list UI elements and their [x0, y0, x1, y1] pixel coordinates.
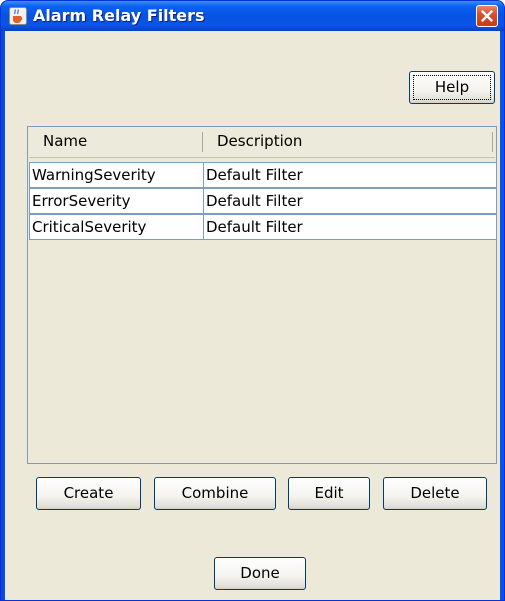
table-row[interactable]: CriticalSeverity Default Filter	[29, 214, 497, 240]
edit-button-label: Edit	[314, 484, 344, 502]
help-button[interactable]: Help	[409, 71, 495, 104]
close-button[interactable]	[476, 5, 498, 27]
cell-divider	[203, 215, 204, 239]
cell-name[interactable]: ErrorSeverity	[32, 189, 202, 213]
cell-description[interactable]: Default Filter	[206, 189, 492, 213]
java-cup-icon	[9, 7, 27, 25]
table-row[interactable]: ErrorSeverity Default Filter	[29, 188, 497, 214]
combine-button[interactable]: Combine	[154, 477, 276, 510]
table-header: Name Description	[29, 127, 495, 158]
create-button[interactable]: Create	[36, 477, 141, 510]
focus-rectangle	[413, 75, 491, 100]
done-button[interactable]: Done	[214, 557, 306, 590]
cell-name[interactable]: WarningSeverity	[32, 163, 202, 187]
cell-divider	[203, 163, 204, 187]
column-divider[interactable]	[202, 132, 203, 152]
cell-description[interactable]: Default Filter	[206, 215, 492, 239]
cell-name[interactable]: CriticalSeverity	[32, 215, 202, 239]
dialog-client-area: Help Name Description WarningSeverity De…	[5, 31, 500, 600]
delete-button[interactable]: Delete	[383, 477, 487, 510]
column-header-name[interactable]: Name	[43, 127, 87, 157]
close-icon	[481, 10, 493, 22]
dialog-window: Alarm Relay Filters Help Name Descriptio…	[0, 0, 505, 601]
done-button-label: Done	[240, 564, 280, 582]
cell-description[interactable]: Default Filter	[206, 163, 492, 187]
window-title: Alarm Relay Filters	[33, 6, 205, 25]
column-divider[interactable]	[492, 132, 493, 152]
cell-divider	[203, 189, 204, 213]
table-row[interactable]: WarningSeverity Default Filter	[29, 162, 497, 188]
combine-button-label: Combine	[181, 484, 249, 502]
title-bar[interactable]: Alarm Relay Filters	[1, 1, 504, 31]
create-button-label: Create	[63, 484, 114, 502]
column-header-description[interactable]: Description	[217, 127, 302, 157]
filters-table: Name Description WarningSeverity Default…	[27, 126, 497, 464]
delete-button-label: Delete	[410, 484, 460, 502]
edit-button[interactable]: Edit	[288, 477, 370, 510]
